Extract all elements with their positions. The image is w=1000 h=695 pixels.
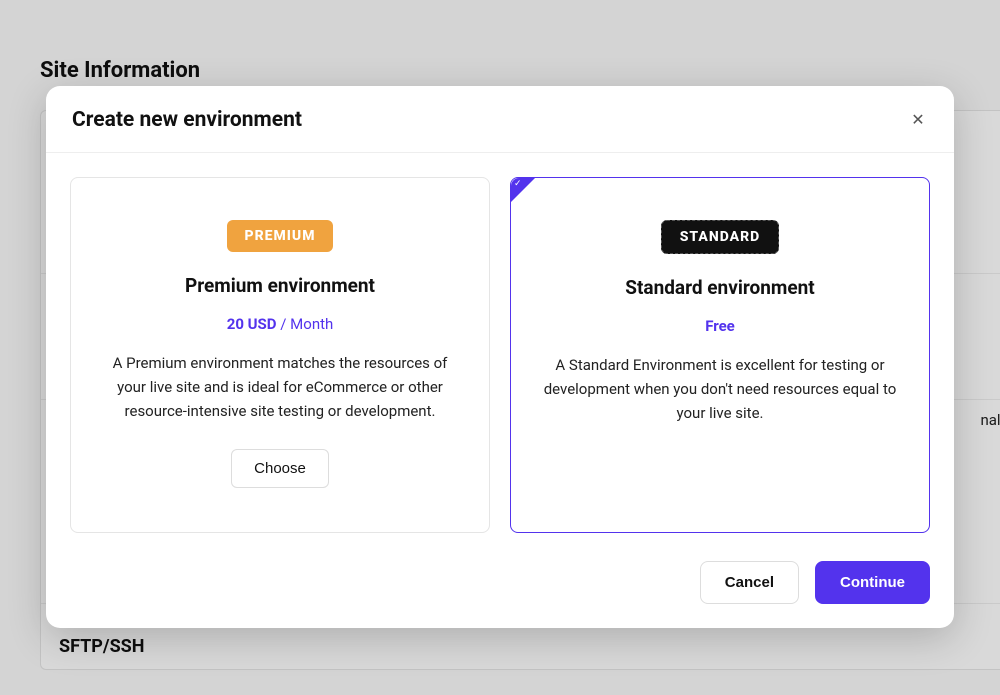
standard-price-free: Free <box>539 317 901 335</box>
modal-title: Create new environment <box>72 108 302 132</box>
check-icon: ✓ <box>514 180 522 189</box>
create-environment-modal: Create new environment ✕ PREMIUM Premium… <box>46 86 954 628</box>
plan-card-premium[interactable]: PREMIUM Premium environment 20 USD / Mon… <box>70 177 490 533</box>
premium-price-amount: 20 USD <box>227 315 277 333</box>
close-button[interactable]: ✕ <box>908 110 928 130</box>
standard-badge: STANDARD <box>661 220 780 254</box>
modal-footer: Cancel Continue <box>46 533 954 628</box>
continue-button[interactable]: Continue <box>815 561 930 604</box>
cancel-button[interactable]: Cancel <box>700 561 799 604</box>
premium-description: A Premium environment matches the resour… <box>99 351 461 423</box>
premium-price-period: / Month <box>280 315 333 333</box>
premium-badge: PREMIUM <box>227 220 334 252</box>
plan-card-standard[interactable]: ✓ STANDARD Standard environment Free A S… <box>510 177 930 533</box>
choose-premium-button[interactable]: Choose <box>231 449 329 488</box>
premium-plan-title: Premium environment <box>99 274 461 297</box>
standard-plan-title: Standard environment <box>539 276 901 299</box>
premium-price: 20 USD / Month <box>99 315 461 333</box>
modal-body: PREMIUM Premium environment 20 USD / Mon… <box>46 153 954 533</box>
standard-description: A Standard Environment is excellent for … <box>539 353 901 425</box>
close-icon: ✕ <box>911 110 924 130</box>
modal-header: Create new environment ✕ <box>46 86 954 153</box>
